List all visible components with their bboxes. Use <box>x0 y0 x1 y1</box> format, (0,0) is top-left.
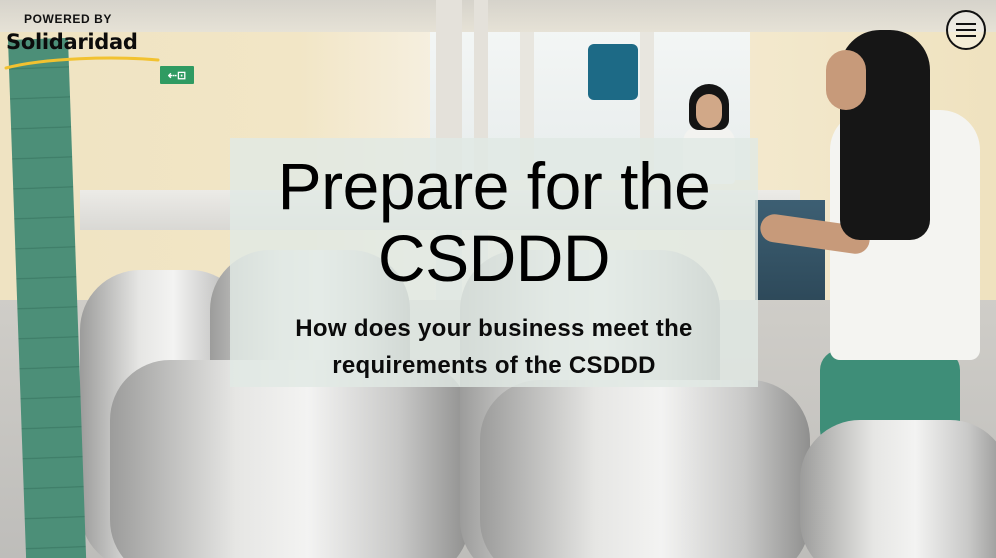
hero-title-line: CSDDD <box>377 221 611 295</box>
logo-swoosh-icon <box>4 56 160 70</box>
hamburger-menu-icon <box>956 23 976 25</box>
brand-logo[interactable]: POWERED BY Solidaridad <box>4 8 164 72</box>
hamburger-menu-icon <box>956 35 976 37</box>
logo-brand-name: Solidaridad <box>6 30 138 54</box>
fabric-roll <box>800 420 996 558</box>
logo-powered-by: POWERED BY <box>24 12 113 26</box>
hero-title-line: Prepare for the <box>277 149 711 223</box>
hero-subtitle-line: requirements of the CSDDD <box>332 352 656 379</box>
worker-foreground <box>758 30 980 450</box>
fabric-roll <box>480 380 810 558</box>
hamburger-menu-button[interactable] <box>946 10 986 50</box>
hamburger-menu-icon <box>956 29 976 31</box>
hero-subtitle: How does your business meet the requirem… <box>230 310 758 384</box>
exit-sign-icon: ⇠⊡ <box>160 66 194 84</box>
hero-card: Prepare for the CSDDD How does your busi… <box>230 138 758 387</box>
hero-title: Prepare for the CSDDD <box>230 150 758 294</box>
machine-lamp <box>588 44 638 100</box>
hero-subtitle-line: How does your business meet the <box>295 315 693 342</box>
fabric-roll <box>110 360 470 558</box>
